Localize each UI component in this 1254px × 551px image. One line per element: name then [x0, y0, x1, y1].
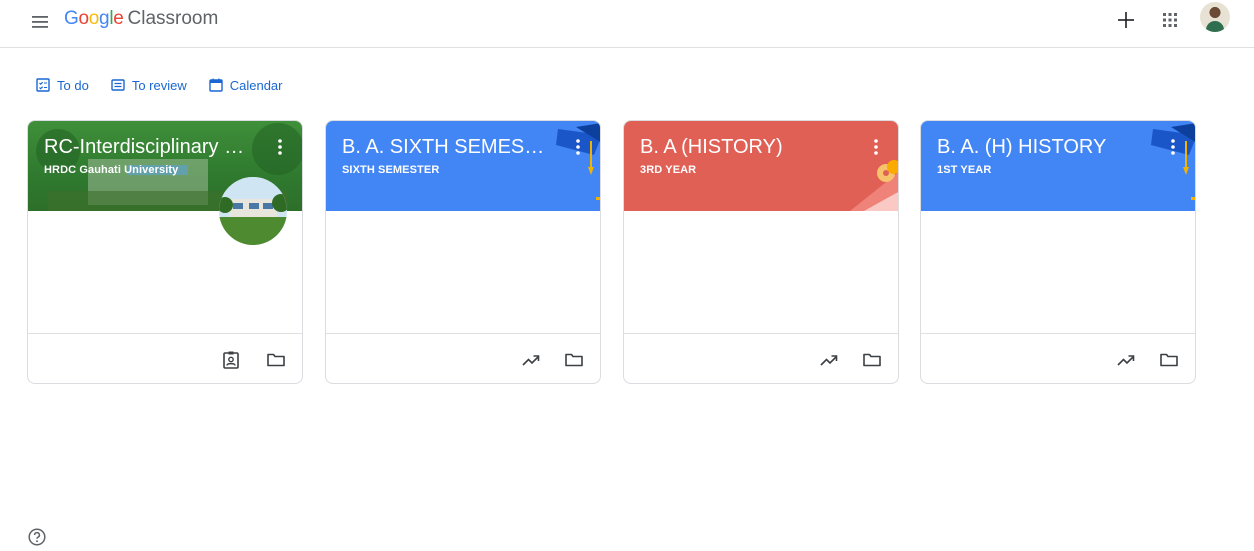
calendar-link[interactable]: Calendar [209, 76, 283, 94]
folder-icon[interactable] [861, 350, 883, 370]
app-logo[interactable]: Google Classroom [64, 8, 218, 30]
plus-icon[interactable] [1114, 8, 1138, 32]
todo-icon [36, 78, 50, 92]
class-section: SIXTH SEMESTER [342, 164, 440, 176]
calendar-icon [209, 78, 223, 92]
more-vert-icon[interactable] [868, 137, 884, 157]
hamburger-icon[interactable] [28, 10, 52, 34]
class-card-2[interactable]: B. A (HISTORY) 3RD YEAR [623, 120, 899, 384]
class-section: HRDC Gauhati University [44, 164, 179, 176]
class-section: 3RD YEAR [640, 164, 697, 176]
review-link[interactable]: To review [111, 76, 187, 94]
class-title[interactable]: RC-Interdisciplinary S... [44, 136, 254, 159]
class-card-3[interactable]: B. A. (H) HISTORY 1ST YEAR [920, 120, 1196, 384]
class-card-header[interactable]: B. A. (H) HISTORY 1ST YEAR [921, 121, 1195, 211]
apps-grid-icon[interactable] [1158, 8, 1182, 32]
review-icon [111, 79, 125, 91]
top-app-bar: Google Classroom [0, 0, 1254, 48]
todo-link[interactable]: To do [36, 76, 89, 94]
avatar[interactable] [1200, 2, 1230, 32]
product-name: Classroom [127, 8, 219, 29]
class-card-header[interactable]: B. A (HISTORY) 3RD YEAR [624, 121, 898, 211]
folder-icon[interactable] [265, 350, 287, 370]
class-card-0[interactable]: RC-Interdisciplinary S... HRDC Gauhati U… [27, 120, 303, 384]
more-vert-icon[interactable] [570, 137, 586, 157]
todo-label: To do [57, 77, 89, 93]
google-wordmark: Google [64, 8, 124, 29]
class-card-footer [28, 333, 302, 383]
folder-icon[interactable] [1158, 350, 1180, 370]
class-card-header[interactable]: B. A. SIXTH SEMESTE... SIXTH SEMESTER [326, 121, 600, 211]
class-section: 1ST YEAR [937, 164, 992, 176]
class-title[interactable]: B. A (HISTORY) [640, 136, 850, 159]
assignment-ind-icon[interactable] [220, 350, 242, 370]
help-icon[interactable] [28, 528, 46, 546]
class-card-1[interactable]: B. A. SIXTH SEMESTE... SIXTH SEMESTER [325, 120, 601, 384]
review-label: To review [131, 77, 187, 93]
more-vert-icon[interactable] [1165, 137, 1181, 157]
trending-up-icon[interactable] [520, 350, 542, 370]
calendar-label: Calendar [229, 77, 283, 93]
folder-icon[interactable] [563, 350, 585, 370]
class-card-footer [921, 333, 1195, 383]
class-card-footer [326, 333, 600, 383]
avatar-shirt [1206, 21, 1224, 32]
trending-up-icon[interactable] [1115, 350, 1137, 370]
class-title[interactable]: B. A. SIXTH SEMESTE... [342, 136, 552, 159]
teacher-photo [219, 177, 287, 245]
more-vert-icon[interactable] [272, 137, 288, 157]
subnav: To do To review Calendar [36, 76, 283, 94]
class-card-footer [624, 333, 898, 383]
class-title[interactable]: B. A. (H) HISTORY [937, 136, 1147, 159]
trending-up-icon[interactable] [818, 350, 840, 370]
